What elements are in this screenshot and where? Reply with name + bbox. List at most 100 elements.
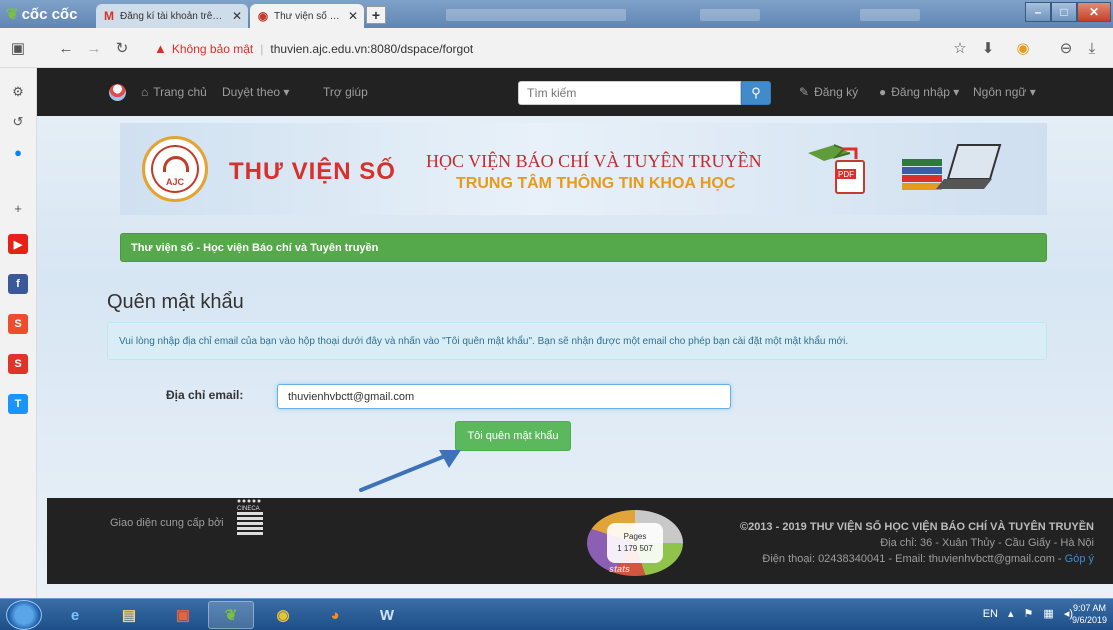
academy-name: HỌC VIỆN BÁO CHÍ VÀ TUYÊN TRUYỀN: [426, 151, 762, 171]
system-tray: EN ▴ ⚑ ▦ ◂): [973, 607, 1073, 621]
cineca-label: CINECA: [237, 506, 260, 512]
cineca-logo[interactable]: CINECA: [235, 498, 265, 538]
footer-contact: Điện thoại: 02438340041 - Email: thuvien…: [762, 553, 1065, 565]
minimize-button[interactable]: –: [1025, 2, 1051, 22]
reload-icon[interactable]: ↻: [112, 38, 132, 58]
user-icon: ●: [879, 85, 887, 99]
close-tab-icon[interactable]: ✕: [232, 9, 242, 23]
chrome-icon[interactable]: ◉: [260, 601, 306, 629]
facebook-icon[interactable]: f: [8, 274, 28, 294]
download-box-icon[interactable]: ⬇: [978, 38, 998, 58]
url-field[interactable]: ▲ Không bảo mật | thuvien.ajc.edu.vn:808…: [154, 41, 473, 56]
tab-gmail[interactable]: M Đăng kí tài khoản trên thư ✕: [96, 4, 248, 28]
blurred-region: [446, 9, 626, 21]
nav-home[interactable]: ⌂ Trang chủ: [141, 85, 207, 99]
site-banner: AJC THƯ VIỆN SỐ HỌC VIỆN BÁO CHÍ VÀ TUYÊ…: [120, 123, 1047, 215]
history-icon[interactable]: ↺: [8, 112, 28, 132]
messenger-icon[interactable]: ●: [8, 142, 28, 162]
ajc-logo: AJC: [142, 136, 208, 202]
page-title: Quên mật khẩu: [107, 291, 244, 313]
tab-title: Thư viện số - Học viện Báo: [274, 10, 342, 22]
nav-login[interactable]: ● Đăng nhập ▾: [879, 85, 959, 99]
nav-register[interactable]: ✎ Đăng ký: [799, 85, 858, 99]
nav-help[interactable]: Trợ giúp: [323, 85, 368, 99]
feedback-link[interactable]: Góp ý: [1065, 553, 1094, 565]
back-icon[interactable]: ←: [56, 38, 76, 58]
address-bar: ▣ ← → ↻ ▲ Không bảo mật | thuvien.ajc.ed…: [0, 28, 1113, 68]
site-favicon-icon: ◉: [257, 9, 269, 23]
coccoc-extension-icon[interactable]: ◉: [1013, 38, 1033, 58]
ie-icon[interactable]: e: [52, 601, 98, 629]
close-tab-icon[interactable]: ✕: [348, 9, 358, 23]
pdf-graphic-icon: PDF: [808, 144, 865, 194]
page-counter-widget[interactable]: Pages 1 179 507 stats: [587, 510, 683, 576]
explorer-icon[interactable]: ▤: [106, 601, 152, 629]
youtube-icon[interactable]: ▶: [8, 234, 28, 254]
footer-copyright: ©2013 - 2019 THƯ VIỆN SỐ HỌC VIỆN BÁO CH…: [739, 521, 1094, 533]
nav-language[interactable]: Ngôn ngữ ▾: [973, 85, 1036, 99]
footer-contact-line: Điện thoại: 02438340041 - Email: thuvien…: [740, 551, 1094, 567]
security-label: Không bảo mật: [171, 41, 254, 56]
shopee-icon[interactable]: S: [8, 314, 28, 334]
new-tab-button[interactable]: +: [366, 6, 386, 24]
clock-time: 9:07 AM: [1072, 603, 1106, 613]
coccoc-logo[interactable]: ❦ cốc cốc: [6, 5, 77, 23]
logo-text: AJC: [165, 177, 184, 187]
firefox-icon[interactable]: ◕: [312, 601, 358, 629]
maximize-button[interactable]: □: [1051, 2, 1077, 22]
tiki-icon[interactable]: T: [8, 394, 28, 414]
add-icon[interactable]: +: [8, 198, 28, 218]
coccoc-taskbar-icon[interactable]: ❦: [208, 601, 254, 629]
profile-icon[interactable]: ⊖: [1056, 38, 1076, 58]
nav-home-label: Trang chủ: [153, 85, 207, 99]
annotation-arrow: [359, 450, 461, 492]
tab-thuvien[interactable]: ◉ Thư viện số - Học viện Báo ✕: [250, 4, 364, 28]
start-button[interactable]: [6, 600, 42, 630]
close-window-button[interactable]: ✕: [1077, 2, 1111, 22]
nav-login-label: Đăng nhập ▾: [891, 85, 960, 99]
settings-icon[interactable]: ⚙: [8, 82, 28, 102]
coccoc-leaf-icon: ❦: [6, 6, 19, 23]
forgot-password-button[interactable]: Tôi quên mật khẩu: [455, 421, 571, 451]
flag-icon[interactable]: ⚑: [1024, 607, 1034, 620]
email-label: Địa chỉ email:: [166, 388, 244, 402]
word-icon[interactable]: W: [364, 601, 410, 629]
nav-browse[interactable]: Duyệt theo ▾: [222, 85, 289, 99]
tab-title: Đăng kí tài khoản trên thư: [120, 10, 226, 22]
search-input[interactable]: [518, 81, 741, 105]
home-icon: ⌂: [141, 85, 149, 99]
footer-info: ©2013 - 2019 THƯ VIỆN SỐ HỌC VIỆN BÁO CH…: [740, 519, 1094, 567]
network-icon[interactable]: ▦: [1043, 607, 1053, 620]
site-logo-icon[interactable]: [109, 84, 126, 101]
search-button[interactable]: ⚲: [741, 81, 771, 105]
breadcrumb[interactable]: Thư viện số - Học viện Báo chí và Tuyên …: [120, 233, 1047, 262]
footer-credit: Giao diện cung cấp bởi: [110, 517, 224, 529]
pdf-label: PDF: [838, 170, 854, 179]
forward-icon[interactable]: →: [84, 38, 104, 58]
email-field[interactable]: [277, 384, 731, 409]
warning-icon: ▲: [154, 41, 167, 56]
clock[interactable]: 9:07 AM 9/6/2019: [1072, 602, 1107, 626]
logo-arc: [163, 156, 189, 172]
separator: |: [260, 41, 264, 56]
language-indicator[interactable]: EN: [983, 608, 998, 620]
counter-brand: stats: [609, 564, 631, 574]
pencil-icon: ✎: [799, 85, 810, 99]
blurred-region: [860, 9, 920, 21]
nav-register-label: Đăng ký: [814, 85, 859, 99]
instructions-alert: Vui lòng nhập địa chỉ email của bạn vào …: [107, 322, 1047, 360]
counter-label: Pages: [623, 532, 647, 541]
footer-address: Địa chỉ: 36 - Xuân Thủy - Cầu Giấy - Hà …: [880, 537, 1094, 549]
site-footer: Giao diện cung cấp bởi CINECA Pages 1 17…: [47, 498, 1113, 584]
browser-brand: cốc cốc: [21, 6, 78, 23]
sendo-icon[interactable]: S: [8, 354, 28, 374]
bookmark-star-icon[interactable]: ☆: [950, 38, 970, 58]
media-icon[interactable]: ▣: [160, 601, 206, 629]
counter-value: 1 179 507: [617, 544, 653, 553]
library-name: THƯ VIỆN SỐ: [229, 158, 396, 185]
center-name: TRUNG TÂM THÔNG TIN KHOA HỌC: [456, 175, 736, 192]
sidebar-toggle-icon[interactable]: ▣: [8, 38, 28, 58]
download-icon[interactable]: ⤓: [1082, 38, 1102, 58]
windows-taskbar: e ▤ ▣ ❦ ◉ ◕ W EN ▴ ⚑ ▦ ◂) 9:07 AM 9/6/20…: [0, 598, 1113, 630]
tray-expand-icon[interactable]: ▴: [1008, 607, 1014, 620]
